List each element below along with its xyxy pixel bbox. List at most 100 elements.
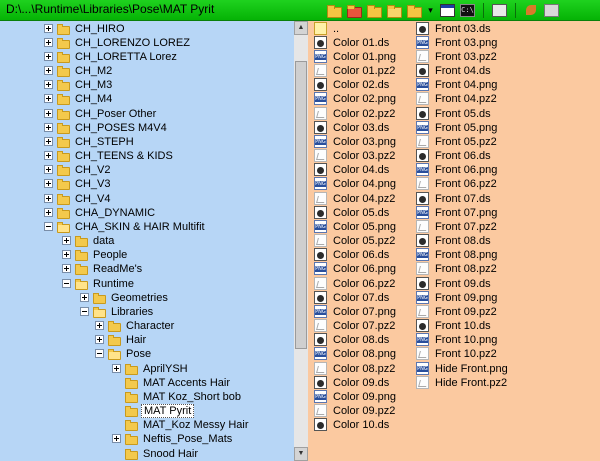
tree-node[interactable]: CHA_DYNAMIC xyxy=(0,206,294,220)
folder-icon[interactable] xyxy=(326,4,342,18)
tree-node[interactable]: Snood Hair xyxy=(0,447,294,461)
tree-node-label[interactable]: CH_POSES M4V4 xyxy=(73,121,169,135)
tree-node[interactable]: CH_M2 xyxy=(0,64,294,78)
folder-icon[interactable] xyxy=(406,4,422,18)
tree-node-label[interactable]: Libraries xyxy=(109,305,155,319)
tree-node[interactable]: Runtime xyxy=(0,277,294,291)
tree-node-label[interactable]: CH_V3 xyxy=(73,177,112,191)
tree-node[interactable]: Libraries xyxy=(0,305,294,319)
tree-node[interactable]: CH_POSES M4V4 xyxy=(0,121,294,135)
tree-node-label[interactable]: AprilYSH xyxy=(141,362,190,376)
collapse-icon[interactable] xyxy=(80,306,89,316)
tree-node[interactable]: CH_M4 xyxy=(0,92,294,106)
tree-node[interactable]: data xyxy=(0,234,294,248)
tree-node-label[interactable]: MAT Koz_Short bob xyxy=(141,390,243,404)
expand-icon[interactable] xyxy=(44,37,53,47)
tree-node-label[interactable]: CH_HIRO xyxy=(73,22,127,36)
expand-icon[interactable] xyxy=(95,335,104,345)
folder-tree[interactable]: CH_HIRO CH_LORENZO LOREZ CH_LORETTA Lorez C… xyxy=(0,21,294,461)
tools-icon[interactable] xyxy=(524,4,539,17)
tree-node[interactable]: CH_HIRO xyxy=(0,22,294,36)
expand-icon[interactable] xyxy=(44,94,53,104)
tree-node-label[interactable]: Neftis_Pose_Mats xyxy=(141,432,234,446)
tree-node[interactable]: CHA_SKIN & HAIR Multifit xyxy=(0,220,294,234)
tree-node-label[interactable]: MAT_Koz Messy Hair xyxy=(141,418,251,432)
expand-icon[interactable] xyxy=(112,363,121,373)
expand-icon[interactable] xyxy=(44,207,53,217)
tree-node-label[interactable]: MAT Pyrit xyxy=(141,404,195,419)
tree-node-label[interactable]: CH_M2 xyxy=(73,64,114,78)
expand-icon[interactable] xyxy=(62,264,71,274)
collapse-icon[interactable] xyxy=(62,278,71,288)
scroll-up-icon[interactable]: ▲ xyxy=(294,21,308,35)
tree-node[interactable]: CH_V4 xyxy=(0,192,294,206)
tree-node-label[interactable]: Character xyxy=(124,319,176,333)
tree-node[interactable]: CH_V3 xyxy=(0,177,294,191)
tree-node-label[interactable]: Runtime xyxy=(91,277,136,291)
cmd-icon[interactable]: C:\ xyxy=(460,4,475,17)
expand-icon[interactable] xyxy=(80,292,89,302)
expand-icon[interactable] xyxy=(44,51,53,61)
tree-node-label[interactable]: CHA_DYNAMIC xyxy=(73,206,157,220)
tree-node[interactable]: AprilYSH xyxy=(0,362,294,376)
tree-node[interactable]: Character xyxy=(0,319,294,333)
file-list[interactable]: ..Color 01.dsColor 01.png Color 01.pz2 Col… xyxy=(308,21,600,461)
current-path[interactable]: D:\...\Runtime\Libraries\Pose\MAT Pyrit xyxy=(6,2,214,16)
tree-node-label[interactable]: CH_Poser Other xyxy=(73,107,158,121)
tree-node[interactable]: CH_LORENZO LOREZ xyxy=(0,36,294,50)
dropdown-arrow-icon[interactable]: ▾ xyxy=(426,4,435,17)
expand-icon[interactable] xyxy=(44,193,53,203)
expand-icon[interactable] xyxy=(44,151,53,161)
tree-node[interactable]: CH_STEPH xyxy=(0,135,294,149)
tree-node[interactable]: CH_Poser Other xyxy=(0,107,294,121)
window-icon[interactable] xyxy=(440,4,455,17)
folder-icon[interactable] xyxy=(366,4,382,18)
tree-node-label[interactable]: CH_M3 xyxy=(73,78,114,92)
tree-scrollbar[interactable]: ▲ ▼ xyxy=(294,21,308,461)
tree-node[interactable]: People xyxy=(0,248,294,262)
tree-node[interactable]: MAT_Koz Messy Hair xyxy=(0,418,294,432)
tree-node-label[interactable]: Snood Hair xyxy=(141,447,200,461)
tree-node-label[interactable]: People xyxy=(91,248,129,262)
tree-node[interactable]: MAT Koz_Short bob xyxy=(0,390,294,404)
scrollbar-thumb[interactable] xyxy=(295,61,307,349)
expand-icon[interactable] xyxy=(44,80,53,90)
expand-icon[interactable] xyxy=(112,434,121,444)
tree-node[interactable]: MAT Accents Hair xyxy=(0,376,294,390)
expand-icon[interactable] xyxy=(44,108,53,118)
tree-node[interactable]: CH_TEENS & KIDS xyxy=(0,149,294,163)
tree-node[interactable]: Hair xyxy=(0,333,294,347)
tree-node[interactable]: Geometries xyxy=(0,291,294,305)
tree-node-label[interactable]: Geometries xyxy=(109,291,170,305)
tree-node-label[interactable]: CH_V4 xyxy=(73,192,112,206)
tree-node-label[interactable]: MAT Accents Hair xyxy=(141,376,232,390)
tree-node-label[interactable]: Hair xyxy=(124,333,148,347)
tree-node-label[interactable]: CH_V2 xyxy=(73,163,112,177)
tree-node-label[interactable]: CH_TEENS & KIDS xyxy=(73,149,175,163)
tree-node-label[interactable]: CHA_SKIN & HAIR Multifit xyxy=(73,220,207,234)
tree-node[interactable]: CH_LORETTA Lorez xyxy=(0,50,294,64)
tree-node[interactable]: MAT Pyrit xyxy=(0,404,294,419)
expand-icon[interactable] xyxy=(44,179,53,189)
collapse-icon[interactable] xyxy=(95,349,104,359)
folder-pen-icon[interactable] xyxy=(386,4,402,18)
tree-node[interactable]: ReadMe's xyxy=(0,262,294,276)
tree-node-label[interactable]: CH_STEPH xyxy=(73,135,136,149)
expand-icon[interactable] xyxy=(44,122,53,132)
panel-icon[interactable] xyxy=(492,4,507,17)
expand-icon[interactable] xyxy=(95,321,104,331)
tree-node[interactable]: Neftis_Pose_Mats xyxy=(0,432,294,446)
options-icon[interactable] xyxy=(544,4,559,17)
tree-node-label[interactable]: CH_LORETTA Lorez xyxy=(73,50,179,64)
expand-icon[interactable] xyxy=(44,136,53,146)
tree-node-label[interactable]: Pose xyxy=(124,347,153,361)
expand-icon[interactable] xyxy=(62,236,71,246)
tree-node[interactable]: Pose xyxy=(0,347,294,361)
tree-node-label[interactable]: data xyxy=(91,234,116,248)
scroll-down-icon[interactable]: ▼ xyxy=(294,447,308,461)
tree-node-label[interactable]: ReadMe's xyxy=(91,262,144,276)
tree-node-label[interactable]: CH_LORENZO LOREZ xyxy=(73,36,192,50)
tree-node[interactable]: CH_M3 xyxy=(0,78,294,92)
expand-icon[interactable] xyxy=(44,165,53,175)
folder-red-icon[interactable] xyxy=(346,4,362,18)
